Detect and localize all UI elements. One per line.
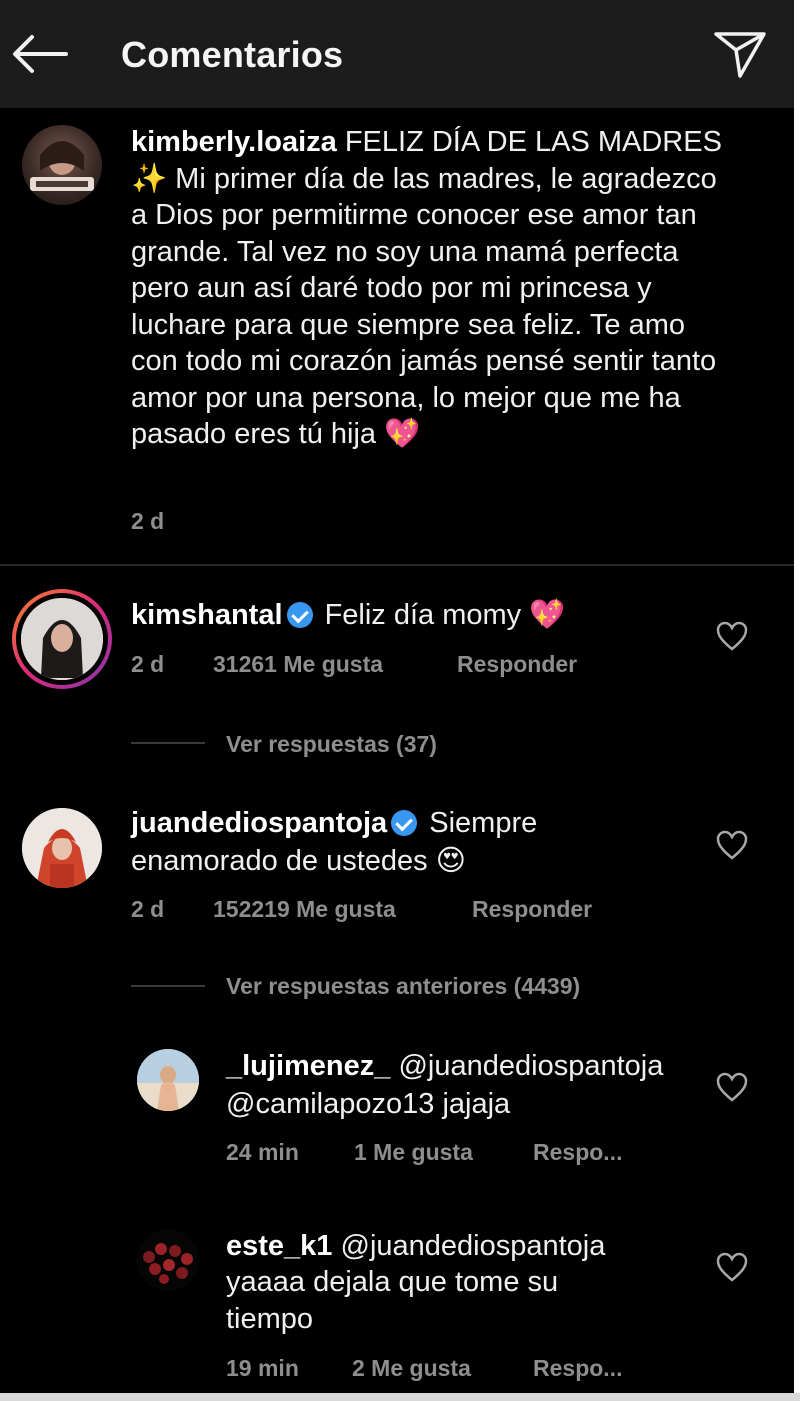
reply-body-line-3: tiempo <box>226 1303 314 1335</box>
reply-author-avatar[interactable] <box>137 1049 199 1111</box>
caption-text: kimberly.loaiza FELIZ DÍA DE LAS MADRES … <box>131 124 731 453</box>
like-heart-icon[interactable] <box>715 829 749 861</box>
comments-screen: Comentarios kimberly.loaiza FELIZ DÍA DE… <box>0 0 794 1401</box>
reply-text: este_k1 @juandediospantoja <box>226 1227 605 1265</box>
comment-username[interactable]: kimshantal <box>131 599 283 631</box>
avatar-image <box>30 141 94 191</box>
reply-button[interactable]: Responder <box>457 651 577 678</box>
share-button[interactable] <box>712 28 768 80</box>
caption-time: 2 d <box>131 508 165 534</box>
arrow-left-icon <box>13 35 68 73</box>
reply-time: 19 min <box>226 1355 299 1381</box>
comment-body-line-2: enamorado de ustedes 😍 <box>131 845 466 877</box>
comment-text: kimshantal Feliz día momy 💖 <box>131 596 565 634</box>
commenter-avatar-story-ring[interactable] <box>12 589 112 689</box>
back-button[interactable] <box>8 30 72 78</box>
commenter-avatar[interactable] <box>22 808 102 888</box>
reply-mention[interactable]: @juandediospantoja <box>398 1050 663 1082</box>
comment-text: juandediospantoja Siempre <box>131 804 537 842</box>
reply-username[interactable]: este_k1 <box>226 1230 332 1262</box>
reply-time: 24 min <box>226 1139 299 1165</box>
verified-badge-icon <box>391 810 418 836</box>
replies-divider-line <box>131 985 205 987</box>
caption-username[interactable]: kimberly.loaiza <box>131 126 337 158</box>
avatar-image <box>21 598 103 680</box>
reply-body-line-2: @camilapozo13 jajaja <box>226 1088 511 1120</box>
reply-button[interactable]: Respo... <box>533 1139 622 1166</box>
caption-author-avatar[interactable] <box>22 125 102 205</box>
reply-button[interactable]: Respo... <box>533 1355 622 1382</box>
avatar-image <box>137 1229 199 1291</box>
reply-body-line-2: yaaaa dejala que tome su <box>226 1266 559 1298</box>
verified-badge-icon <box>286 602 313 628</box>
header-bar: Comentarios <box>0 0 794 108</box>
likes-count[interactable]: 1 Me gusta <box>354 1139 473 1166</box>
replies-divider-line <box>131 742 205 744</box>
caption-body: FELIZ DÍA DE LAS MADRES ✨ Mi primer día … <box>131 126 722 450</box>
like-heart-icon[interactable] <box>715 620 749 652</box>
comment-body: Siempre <box>429 807 538 839</box>
paper-plane-icon <box>714 32 766 78</box>
comment-time: 2 d <box>131 651 165 677</box>
like-heart-icon[interactable] <box>715 1071 749 1103</box>
comment-username[interactable]: juandediospantoja <box>131 807 387 839</box>
like-heart-icon[interactable] <box>715 1251 749 1283</box>
view-replies-link[interactable]: Ver respuestas (37) <box>226 731 437 758</box>
divider <box>0 564 794 566</box>
avatar-image <box>137 1049 199 1111</box>
avatar-image <box>22 808 102 888</box>
reply-username[interactable]: _lujimenez_ <box>226 1050 390 1082</box>
likes-count[interactable]: 2 Me gusta <box>352 1355 471 1382</box>
likes-count[interactable]: 31261 Me gusta <box>213 651 383 678</box>
screen-edge <box>794 0 800 1401</box>
reply-mention[interactable]: @juandediospantoja <box>341 1230 606 1262</box>
screen-edge <box>0 1393 800 1401</box>
reply-text: _lujimenez_ @juandediospantoja <box>226 1047 663 1085</box>
reply-author-avatar[interactable] <box>137 1229 199 1291</box>
comment-body: Feliz día momy 💖 <box>324 599 566 631</box>
likes-count[interactable]: 152219 Me gusta <box>213 896 396 923</box>
reply-button[interactable]: Responder <box>472 896 592 923</box>
comment-time: 2 d <box>131 896 165 922</box>
page-title: Comentarios <box>121 34 344 75</box>
view-replies-link[interactable]: Ver respuestas anteriores (4439) <box>226 973 580 1000</box>
